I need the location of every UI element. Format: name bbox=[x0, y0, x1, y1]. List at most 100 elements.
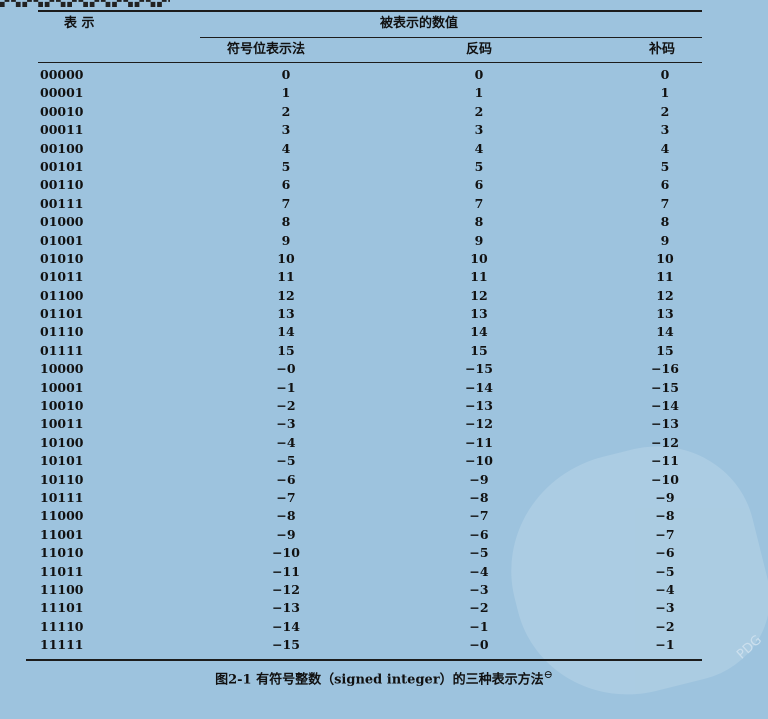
sign-magnitude-cell: −12 bbox=[272, 581, 300, 597]
figure-caption: 图2-1 有符号整数（signed integer）的三种表示方法⊖ bbox=[0, 668, 768, 687]
ones-complement-cell: −0 bbox=[469, 637, 489, 653]
table-row: 00001 1 1 1 bbox=[40, 84, 690, 102]
bits-cell: 00100 bbox=[40, 140, 84, 156]
sign-magnitude-cell: −11 bbox=[272, 563, 300, 579]
table-row: 00011 3 3 3 bbox=[40, 121, 690, 139]
bits-cell: 01000 bbox=[40, 214, 84, 230]
sign-magnitude-cell: −9 bbox=[276, 526, 296, 542]
ones-complement-cell: 8 bbox=[474, 214, 484, 230]
table-row: 11001 −9 −6 −7 bbox=[40, 526, 690, 544]
ones-complement-cell: −4 bbox=[469, 563, 489, 579]
sign-magnitude-cell: −13 bbox=[272, 600, 300, 616]
twos-complement-cell: −2 bbox=[655, 618, 675, 634]
sign-magnitude-cell: 1 bbox=[281, 85, 291, 101]
twos-complement-cell: 5 bbox=[660, 158, 670, 174]
table-row: 01100 12 12 12 bbox=[40, 287, 690, 305]
twos-complement-cell: −6 bbox=[655, 545, 675, 561]
table-row: 01101 13 13 13 bbox=[40, 305, 690, 323]
sign-magnitude-cell: −0 bbox=[276, 361, 296, 377]
table-row: 10110 −6 −9 −10 bbox=[40, 471, 690, 489]
ones-complement-cell: −3 bbox=[469, 581, 489, 597]
bits-cell: 00101 bbox=[40, 158, 84, 174]
twos-complement-cell: −10 bbox=[651, 471, 679, 487]
bits-cell: 00110 bbox=[40, 177, 84, 193]
table-bottom-rule bbox=[26, 659, 702, 661]
ones-complement-cell: −2 bbox=[469, 600, 489, 616]
twos-complement-cell: −9 bbox=[655, 489, 675, 505]
ones-complement-cell: −1 bbox=[469, 618, 489, 634]
sign-magnitude-cell: −5 bbox=[276, 453, 296, 469]
table-row: 00100 4 4 4 bbox=[40, 140, 690, 158]
sign-magnitude-cell: 13 bbox=[277, 306, 295, 322]
twos-complement-cell: −4 bbox=[655, 581, 675, 597]
bits-cell: 11000 bbox=[40, 508, 84, 524]
ones-complement-cell: −5 bbox=[469, 545, 489, 561]
ones-complement-cell: −9 bbox=[469, 471, 489, 487]
twos-complement-cell: 11 bbox=[656, 269, 674, 285]
sign-magnitude-cell: 14 bbox=[277, 324, 295, 340]
sign-magnitude-cell: −14 bbox=[272, 618, 300, 634]
table-row: 00010 2 2 2 bbox=[40, 103, 690, 121]
bits-cell: 11001 bbox=[40, 526, 84, 542]
bits-cell: 10001 bbox=[40, 379, 84, 395]
ones-complement-cell: 6 bbox=[474, 177, 484, 193]
sign-magnitude-cell: −10 bbox=[272, 545, 300, 561]
sign-magnitude-cell: −15 bbox=[272, 637, 300, 653]
sign-magnitude-cell: 10 bbox=[277, 250, 295, 266]
bits-cell: 01110 bbox=[40, 324, 84, 340]
twos-complement-cell: 4 bbox=[660, 140, 670, 156]
sign-magnitude-cell: 3 bbox=[281, 122, 291, 138]
bits-cell: 00010 bbox=[40, 103, 84, 119]
sign-magnitude-cell: −6 bbox=[276, 471, 296, 487]
ones-complement-cell: 11 bbox=[470, 269, 488, 285]
ones-complement-cell: 13 bbox=[470, 306, 488, 322]
ones-complement-cell: −14 bbox=[465, 379, 493, 395]
cut-off-previous-line: ▞▚▞▚▞▚▞▚▞▚▞▚▞▚▞▚▞▚ bbox=[0, 0, 170, 7]
header-sign-magnitude: 符号位表示法 bbox=[227, 42, 306, 57]
table-row: 10000 −0 −15 −16 bbox=[40, 360, 690, 378]
twos-complement-cell: −8 bbox=[655, 508, 675, 524]
table-row: 11100 −12 −3 −4 bbox=[40, 581, 690, 599]
sign-magnitude-cell: 2 bbox=[281, 103, 291, 119]
twos-complement-cell: −5 bbox=[655, 563, 675, 579]
ones-complement-cell: −11 bbox=[465, 434, 493, 450]
twos-complement-cell: −7 bbox=[655, 526, 675, 542]
sign-magnitude-cell: 6 bbox=[281, 177, 291, 193]
twos-complement-cell: 8 bbox=[660, 214, 670, 230]
twos-complement-cell: −12 bbox=[651, 434, 679, 450]
table-row: 11110 −14 −1 −2 bbox=[40, 618, 690, 636]
twos-complement-cell: −13 bbox=[651, 416, 679, 432]
sign-magnitude-cell: 8 bbox=[281, 214, 291, 230]
ones-complement-cell: 9 bbox=[474, 232, 484, 248]
ones-complement-cell: 7 bbox=[474, 195, 484, 211]
sign-magnitude-cell: 5 bbox=[281, 158, 291, 174]
table-row: 01001 9 9 9 bbox=[40, 232, 690, 250]
footnote-mark: ⊖ bbox=[543, 668, 553, 681]
ones-complement-cell: 3 bbox=[474, 122, 484, 138]
twos-complement-cell: 9 bbox=[660, 232, 670, 248]
twos-complement-cell: −3 bbox=[655, 600, 675, 616]
bits-cell: 11101 bbox=[40, 600, 84, 616]
bits-cell: 10010 bbox=[40, 398, 84, 414]
table-row: 10011 −3 −12 −13 bbox=[40, 415, 690, 433]
ones-complement-cell: −15 bbox=[465, 361, 493, 377]
table-row: 10001 −1 −14 −15 bbox=[40, 379, 690, 397]
ones-complement-cell: −10 bbox=[465, 453, 493, 469]
bits-cell: 00001 bbox=[40, 85, 84, 101]
bits-cell: 10111 bbox=[40, 489, 84, 505]
twos-complement-cell: 2 bbox=[660, 103, 670, 119]
table-row: 01011 11 11 11 bbox=[40, 268, 690, 286]
ones-complement-cell: 1 bbox=[474, 85, 484, 101]
sign-magnitude-cell: −3 bbox=[276, 416, 296, 432]
header-twos-complement: 补码 bbox=[649, 42, 676, 57]
table-row: 11010 −10 −5 −6 bbox=[40, 544, 690, 562]
twos-complement-cell: 3 bbox=[660, 122, 670, 138]
ones-complement-cell: 14 bbox=[470, 324, 488, 340]
twos-complement-cell: 1 bbox=[660, 85, 670, 101]
bits-cell: 10011 bbox=[40, 416, 84, 432]
twos-complement-cell: −14 bbox=[651, 398, 679, 414]
sign-magnitude-cell: 15 bbox=[277, 342, 295, 358]
bits-cell: 00000 bbox=[40, 67, 84, 82]
watermark-text: PDG bbox=[734, 632, 766, 663]
sign-magnitude-cell: −4 bbox=[276, 434, 296, 450]
